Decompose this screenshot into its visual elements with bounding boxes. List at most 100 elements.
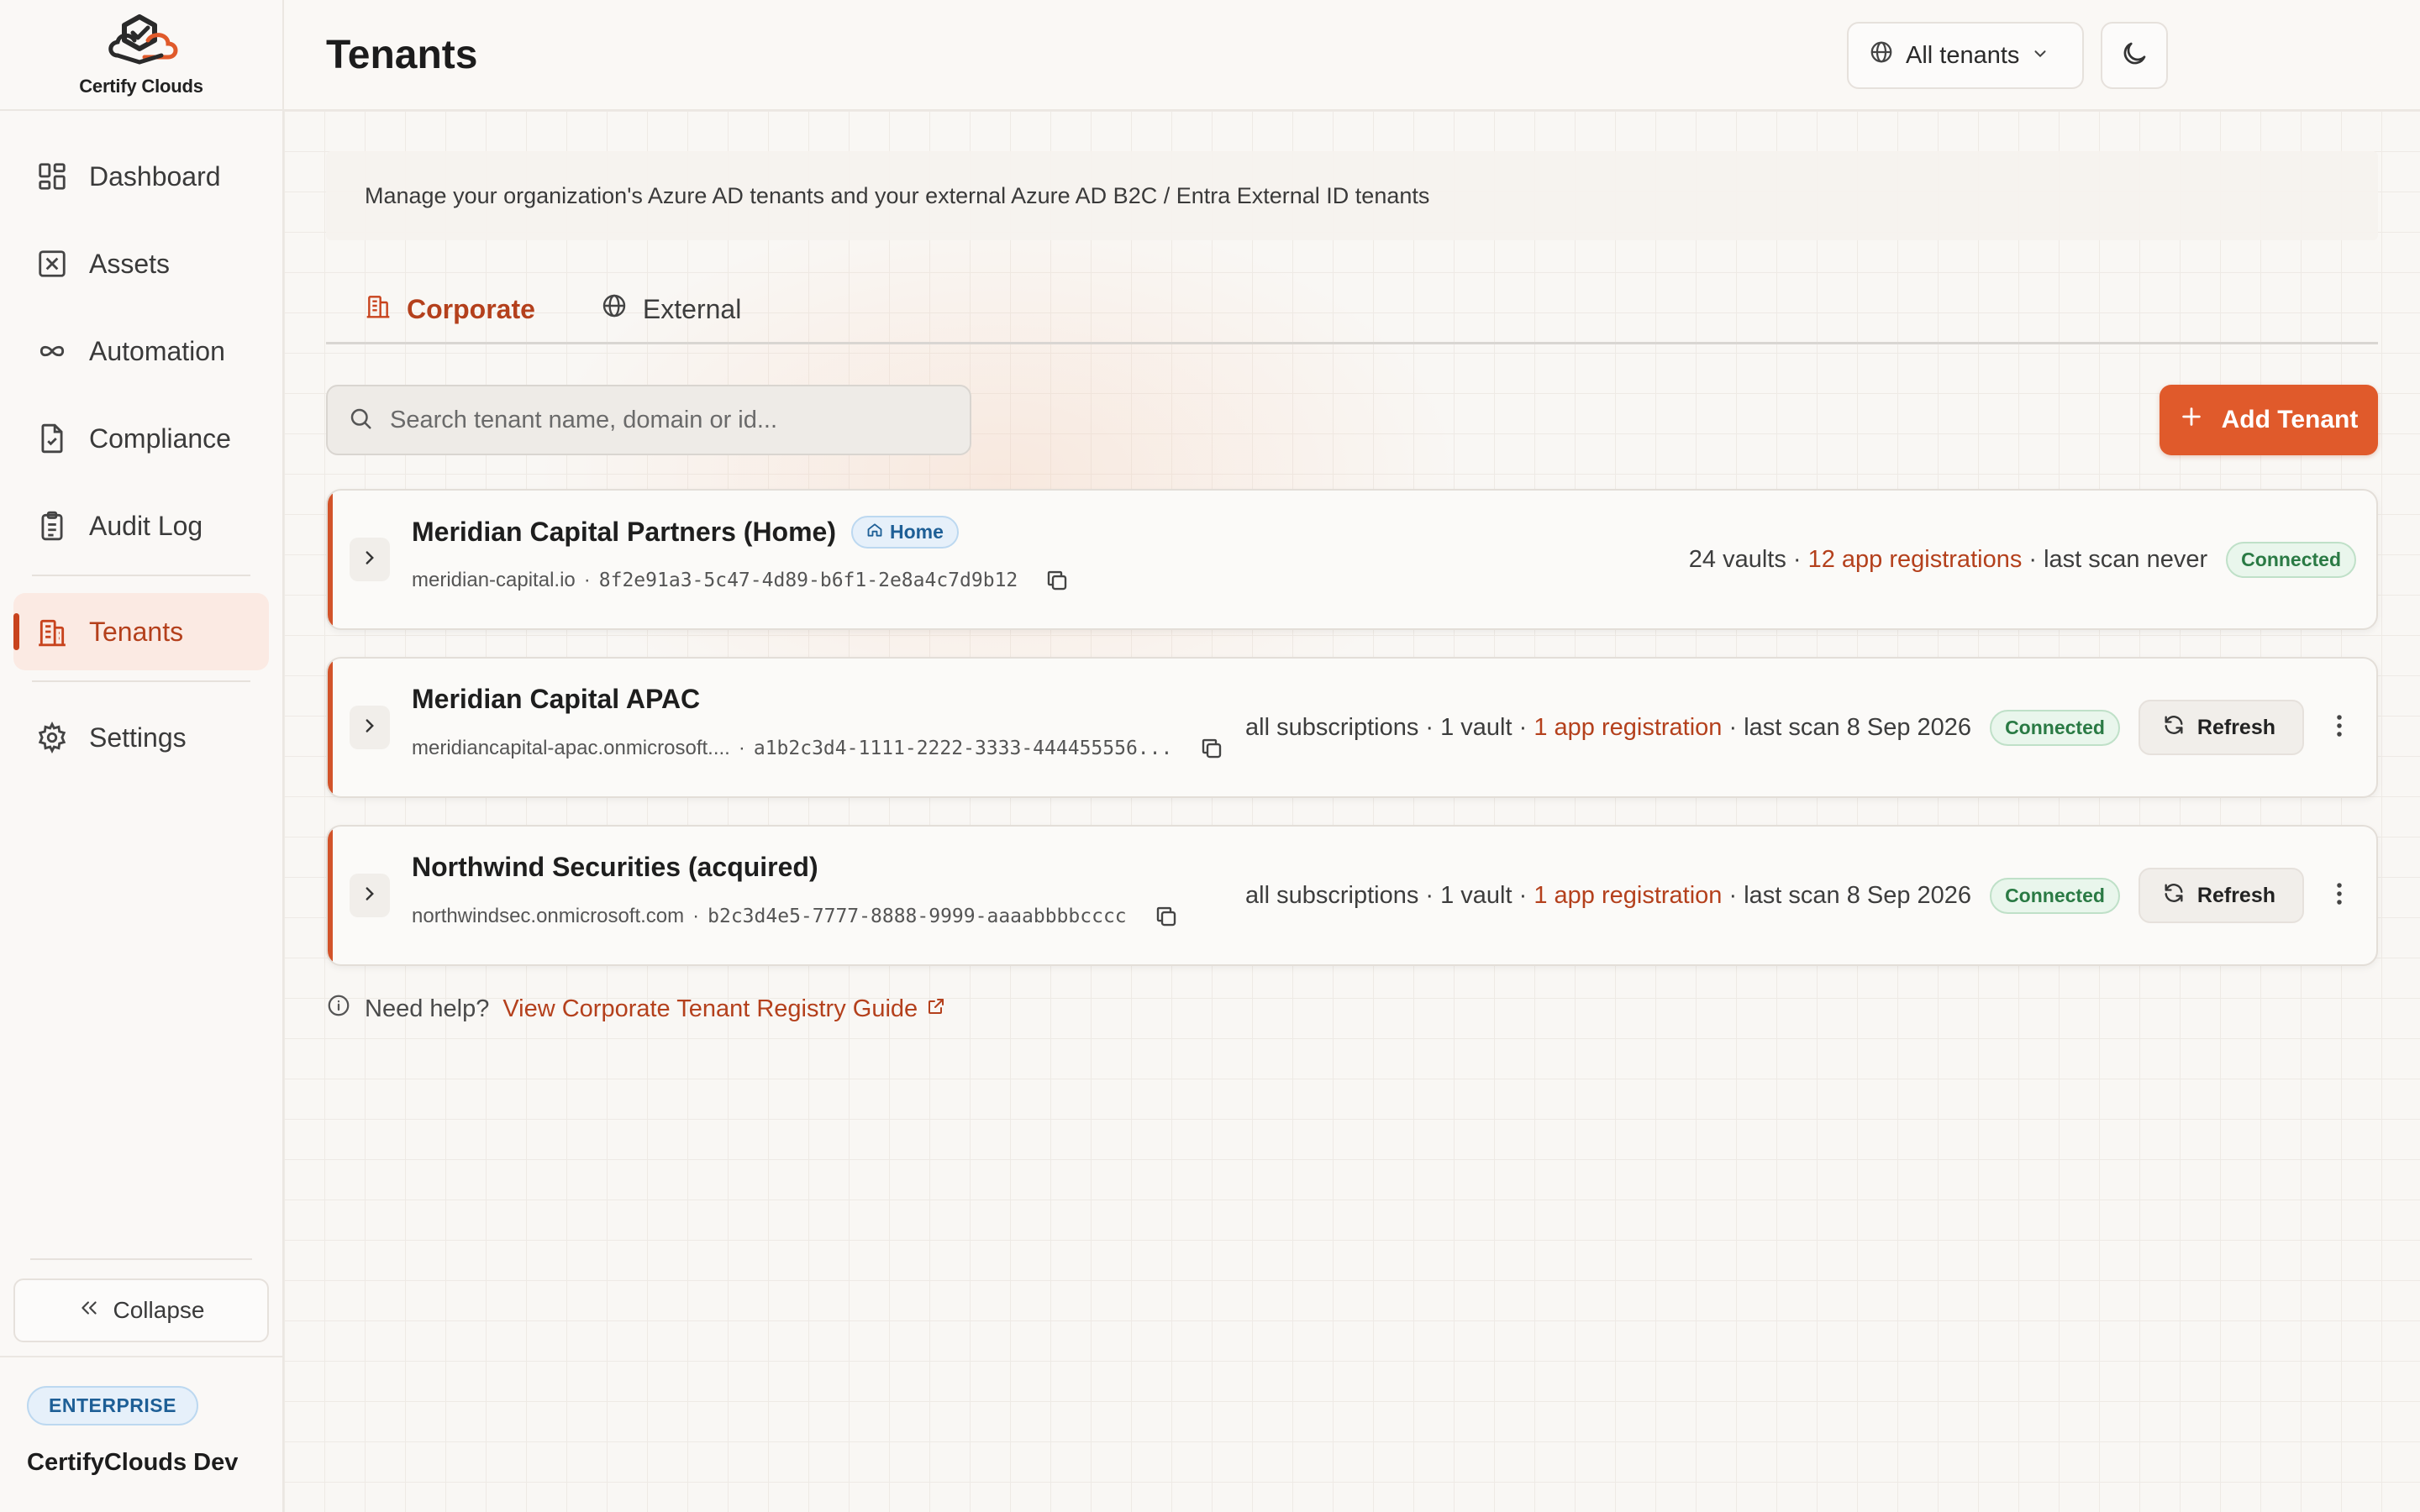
building-icon — [365, 292, 392, 326]
sidebar-item-dashboard[interactable]: Dashboard — [13, 138, 269, 215]
clipboard-icon — [35, 509, 69, 543]
app-registrations-link[interactable]: 1 app registration — [1534, 714, 1722, 741]
tenant-stats: 24 vaults · 12 app registrations · last … — [1689, 546, 2207, 574]
meta-separator: · — [583, 569, 591, 591]
main-area: Tenants All tenants A — [284, 0, 2420, 1512]
tenant-stats: all subscriptions · 1 vault · 1 app regi… — [1245, 882, 1971, 910]
refresh-label: Refresh — [2196, 715, 2275, 739]
brand-name: Certify Clouds — [79, 76, 203, 97]
sidebar-item-label: Dashboard — [89, 160, 221, 192]
sidebar-item-settings[interactable]: Settings — [13, 699, 269, 776]
more-options-button[interactable] — [2323, 702, 2356, 753]
tenant-card[interactable]: Northwind Securities (acquired) northwin… — [326, 825, 2378, 966]
infinity-icon — [35, 334, 69, 368]
status-badge: Connected — [2226, 541, 2356, 578]
chevron-down-icon — [2031, 42, 2049, 70]
tenant-select[interactable]: All tenants — [1847, 22, 2084, 89]
collapse-button[interactable]: Collapse — [13, 1278, 269, 1342]
search-input[interactable] — [390, 406, 936, 434]
brand[interactable]: Certify Clouds — [0, 0, 282, 111]
moon-icon — [2119, 39, 2149, 73]
home-badge-label: Home — [890, 521, 944, 543]
chevron-right-icon — [359, 547, 381, 573]
nav-divider — [32, 575, 250, 576]
certify-clouds-logo — [108, 14, 178, 65]
tab-external[interactable]: External — [601, 286, 741, 333]
stats-text: all subscriptions · 1 vault · — [1245, 881, 1534, 909]
tenant-select-value: All tenants — [1906, 41, 2020, 69]
sidebar-item-audit-log[interactable]: Audit Log — [13, 487, 269, 564]
status-badge: Connected — [1990, 877, 2120, 914]
refresh-icon — [2162, 713, 2186, 743]
add-tenant-button[interactable]: Add Tenant — [2160, 385, 2378, 455]
sidebar-item-label: Tenants — [89, 616, 184, 647]
double-chevron-left-icon — [78, 1297, 100, 1325]
stats-text: · last scan 8 Sep 2026 — [1722, 713, 1972, 741]
stats-text: · last scan never — [2022, 545, 2208, 573]
tenant-name-row: Meridian Capital Partners (Home) Home — [412, 516, 959, 549]
tenant-card[interactable]: Meridian Capital APAC meridiancapital-ap… — [326, 657, 2378, 798]
tenant-domain: meridiancapital-apac.onmicrosoft.... — [412, 737, 730, 759]
sidebar-item-label: Settings — [89, 722, 187, 753]
tab-corporate[interactable]: Corporate — [365, 286, 535, 333]
copy-icon[interactable] — [1199, 736, 1224, 761]
nav-divider — [32, 680, 250, 682]
sidebar-item-tenants[interactable]: Tenants — [13, 593, 269, 670]
org-name[interactable]: CertifyClouds Dev — [27, 1449, 282, 1477]
sidebar-item-automation[interactable]: Automation — [13, 312, 269, 390]
tenant-name: Meridian Capital Partners (Home) — [412, 517, 836, 547]
kebab-menu-icon — [2335, 713, 2344, 743]
expand-button[interactable] — [350, 874, 390, 917]
collapse-label: Collapse — [113, 1297, 205, 1323]
content: Manage your organization's Azure AD tena… — [326, 151, 2378, 1025]
home-badge: Home — [851, 516, 959, 549]
tenant-stats: all subscriptions · 1 vault · 1 app regi… — [1245, 714, 1971, 742]
meta-separator: · — [738, 737, 745, 759]
more-options-button[interactable] — [2323, 870, 2356, 921]
registry-guide-link[interactable]: View Corporate Tenant Registry Guide — [502, 995, 946, 1023]
stats-text: 24 vaults · — [1688, 545, 1808, 573]
sidebar-nav: Dashboard Assets Automation Compliance A… — [13, 138, 269, 786]
sidebar-item-label: Automation — [89, 335, 225, 366]
tenant-summary: 24 vaults · 12 app registrations · last … — [1689, 491, 2356, 628]
compliance-icon — [35, 422, 69, 455]
app-root: Certify Clouds Dashboard Assets Automati… — [0, 0, 2420, 1512]
stats-text: · last scan 8 Sep 2026 — [1722, 881, 1972, 909]
tenant-id: a1b2c3d4-1111-2222-3333-444455556... — [753, 738, 1173, 759]
refresh-button[interactable]: Refresh — [2138, 700, 2304, 755]
copy-icon[interactable] — [1044, 568, 1070, 593]
app-registrations-link[interactable]: 12 app registrations — [1808, 546, 2023, 573]
tenant-card[interactable]: Meridian Capital Partners (Home) Home me… — [326, 489, 2378, 630]
theme-toggle-button[interactable] — [2101, 22, 2168, 89]
page-title: Tenants — [326, 33, 478, 77]
tenant-name-row: Northwind Securities (acquired) — [412, 852, 818, 883]
tenant-domain: meridian-capital.io — [412, 569, 576, 591]
assets-icon — [35, 247, 69, 281]
home-icon — [866, 521, 883, 543]
tenant-meta: meridian-capital.io · 8f2e91a3-5c47-4d89… — [412, 568, 1070, 593]
sidebar-item-label: Compliance — [89, 423, 231, 454]
tenant-meta: meridiancapital-apac.onmicrosoft.... · a… — [412, 736, 1224, 761]
globe-icon — [1869, 39, 1894, 71]
refresh-icon — [2162, 881, 2186, 911]
chevron-right-icon — [359, 715, 381, 741]
sidebar-item-assets[interactable]: Assets — [13, 225, 269, 302]
info-icon — [326, 993, 351, 1025]
help-prefix: Need help? — [365, 995, 490, 1022]
copy-icon[interactable] — [1154, 904, 1179, 929]
tenant-id: 8f2e91a3-5c47-4d89-b6f1-2e8a4c7d9b12 — [598, 570, 1018, 591]
plan-badge: ENTERPRISE — [27, 1386, 198, 1425]
app-registrations-link[interactable]: 1 app registration — [1534, 882, 1722, 909]
chevron-right-icon — [359, 883, 381, 909]
info-banner: Manage your organization's Azure AD tena… — [326, 151, 2378, 240]
tenant-summary: all subscriptions · 1 vault · 1 app regi… — [1245, 827, 2356, 964]
add-tenant-label: Add Tenant — [2221, 406, 2359, 433]
dashboard-icon — [35, 160, 69, 193]
expand-button[interactable] — [350, 706, 390, 749]
expand-button[interactable] — [350, 538, 390, 581]
status-badge: Connected — [1990, 709, 2120, 746]
sidebar-footer: ENTERPRISE CertifyClouds Dev — [0, 1356, 282, 1512]
refresh-button[interactable]: Refresh — [2138, 868, 2304, 923]
sidebar: Certify Clouds Dashboard Assets Automati… — [0, 0, 284, 1512]
sidebar-item-compliance[interactable]: Compliance — [13, 400, 269, 477]
